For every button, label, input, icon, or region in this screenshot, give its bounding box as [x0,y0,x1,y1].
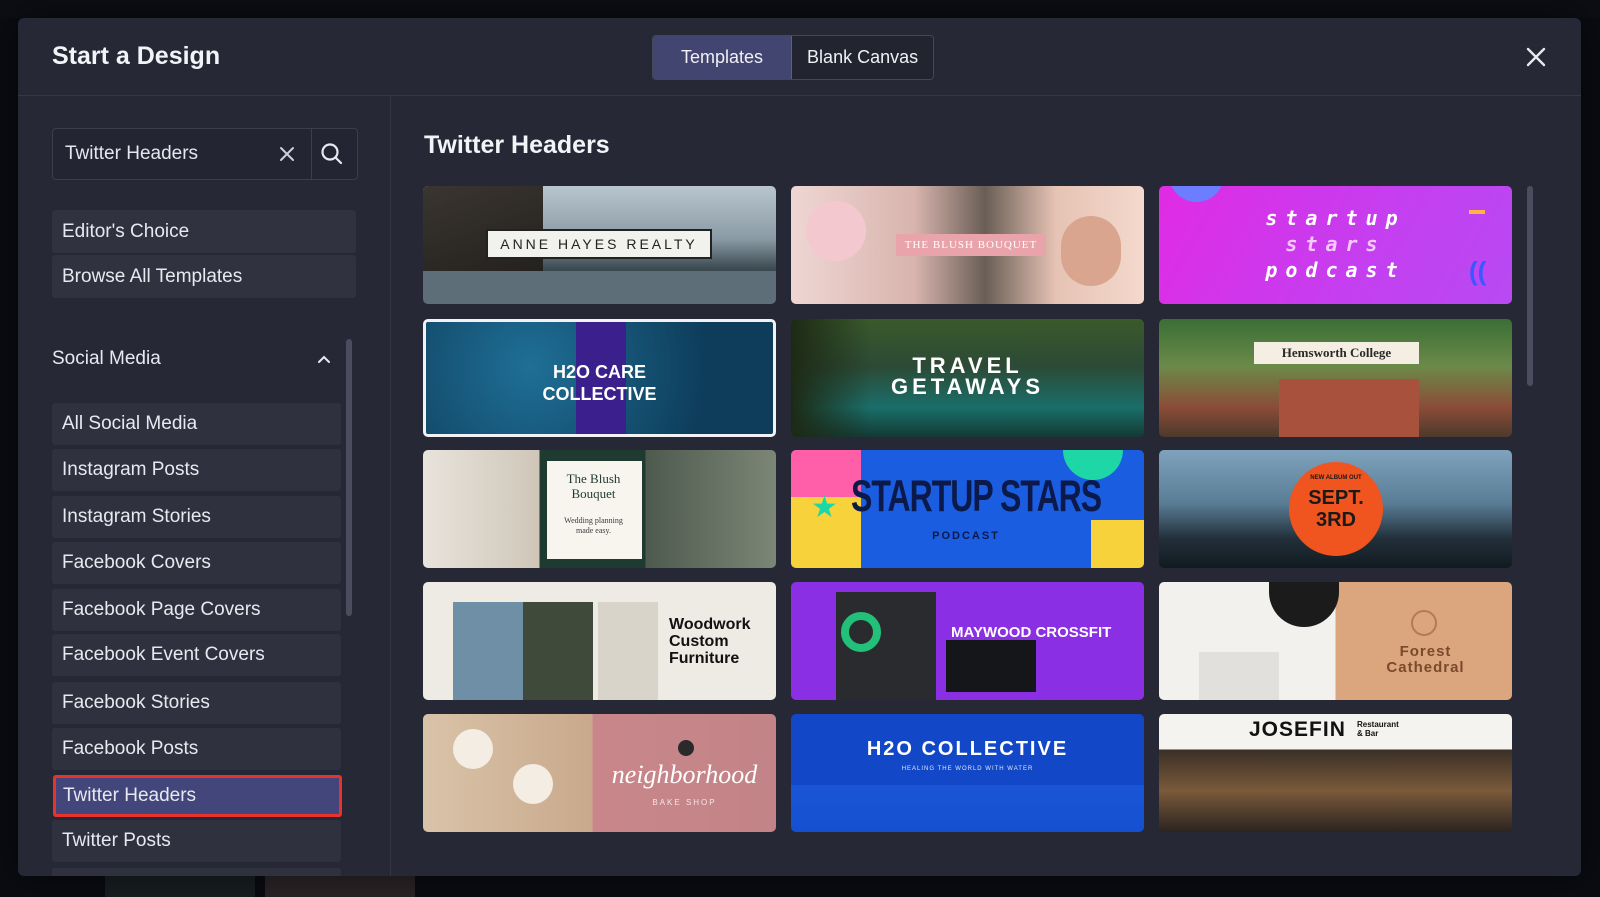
backdrop-thumbnail [265,875,415,897]
dialog-title: Start a Design [52,42,221,70]
card-text: H2O CARE [552,362,646,382]
card-text: COLLECTIVE [542,384,657,404]
template-card-josefin-restaurant[interactable]: JOSEFIN Restaurant & Bar [1159,714,1512,832]
card-text: The Blush [566,471,621,486]
template-card-travel-getaways[interactable]: TRAVEL GETAWAYS [791,319,1144,437]
editors-choice-button[interactable]: Editor's Choice [52,210,356,253]
clear-search-icon[interactable] [275,142,299,166]
card-text: STARTUP STARS [851,470,1102,521]
card-text: made easy. [575,526,612,535]
template-card-hemsworth-college[interactable]: Hemsworth College [1159,319,1512,437]
card-text: Restaurant [1357,720,1399,729]
mode-switch: Templates Blank Canvas [652,35,935,80]
card-text: NEW ALBUM OUT [1310,475,1362,481]
template-card-woodwork-custom-furniture[interactable]: Woodwork Custom Furniture [423,582,776,700]
sidebar-item-facebook-event-covers[interactable]: Facebook Event Covers [52,634,341,676]
star-icon: ★ [811,491,838,524]
template-card-new-album-sept-3rd[interactable]: NEW ALBUM OUT SEPT. 3RD [1159,450,1512,568]
start-design-dialog: Start a Design Templates Blank Canvas Ed… [18,18,1581,876]
backdrop [0,0,1600,18]
card-text: Wedding planning [564,516,623,525]
card-text: H2O COLLECTIVE [866,738,1069,760]
card-text: THE BLUSH BOUQUET [896,234,1046,256]
sidebar-item-facebook-page-covers[interactable]: Facebook Page Covers [52,589,341,631]
template-card-maywood-crossfit[interactable]: MAYWOOD CROSSFIT [791,582,1144,700]
card-text: ANNE HAYES REALTY [486,229,712,259]
template-card-startup-stars-podcast-blue[interactable]: ★ STARTUP STARS PODCAST [791,450,1144,568]
sidebar-item-twitter-posts[interactable]: Twitter Posts [52,820,341,862]
gallery-title: Twitter Headers [424,131,610,159]
search-input[interactable] [53,129,268,179]
card-text: Furniture [669,650,740,667]
card-text: Forest [1399,643,1452,660]
sidebar-item-twitter-headers[interactable]: Twitter Headers [53,775,342,817]
chevron-up-icon [316,351,332,367]
gallery-scrollbar[interactable] [1527,186,1533,386]
card-text: stars [1285,232,1386,256]
template-card-startup-stars-podcast-pink[interactable]: startup stars podcast (( [1159,186,1512,304]
template-card-blush-bouquet-wedding[interactable]: THE BLUSH BOUQUET [791,186,1144,304]
sidebar-item-instagram-stories[interactable]: Instagram Stories [52,496,341,538]
close-icon[interactable] [1521,42,1551,72]
card-text: HEALING THE WORLD WITH WATER [901,766,1034,772]
backdrop-thumbnail [105,875,255,897]
template-card-neighborhood-bake-shop[interactable]: neighborhood BAKE SHOP [423,714,776,832]
card-text: startup [1265,206,1406,230]
tab-templates[interactable]: Templates [653,36,793,79]
card-text: Woodwork [669,616,751,633]
card-text: & Bar [1357,729,1379,738]
sidebar-item-instagram-posts[interactable]: Instagram Posts [52,449,341,491]
template-card-anne-hayes-realty[interactable]: ANNE HAYES REALTY [423,186,776,304]
template-card-forest-cathedral[interactable]: Forest Cathedral [1159,582,1512,700]
search-divider [311,129,312,179]
template-card-blush-bouquet-planning[interactable]: The Blush Bouquet Wedding planning made … [423,450,776,568]
card-text: podcast [1265,258,1406,282]
card-text: Cathedral [1386,659,1465,676]
template-gallery: Twitter Headers ANNE HAYES REALTY THE BL… [391,96,1581,876]
sidebar-item-all-social-media[interactable]: All Social Media [52,403,341,445]
sidebar-item-facebook-posts[interactable]: Facebook Posts [52,728,341,770]
sidebar: Editor's Choice Browse All Templates Soc… [18,96,391,876]
card-text: SEPT. [1308,487,1364,509]
section-label: Social Media [52,348,161,369]
card-text: GETAWAYS [890,374,1045,399]
template-card-h2o-collective[interactable]: H2O COLLECTIVE HEALING THE WORLD WITH WA… [791,714,1144,832]
sidebar-scrollbar[interactable] [346,339,352,616]
sidebar-item-facebook-covers[interactable]: Facebook Covers [52,542,341,584]
search-icon[interactable] [319,141,345,167]
card-text: Custom [669,633,729,650]
card-text: PODCAST [932,530,1000,542]
decor-icon: (( [1469,256,1487,286]
dialog-header: Start a Design Templates Blank Canvas [18,18,1581,96]
search-box [52,128,358,180]
card-text: Hemsworth College [1254,342,1419,364]
tab-blank-canvas[interactable]: Blank Canvas [792,36,934,79]
card-text: BAKE SHOP [652,798,717,807]
template-card-h2o-care-collective[interactable]: H2O CARE COLLECTIVE [423,319,776,437]
card-text: neighborhood [611,760,758,789]
sidebar-item-partial[interactable] [52,868,341,876]
card-text: MAYWOOD CROSSFIT [951,624,1112,641]
card-text: 3RD [1315,509,1356,531]
browse-all-templates-button[interactable]: Browse All Templates [52,255,356,298]
card-text: JOSEFIN [1249,718,1346,741]
card-text: Bouquet [571,486,616,501]
social-media-section-header[interactable]: Social Media [52,344,332,374]
sidebar-item-facebook-stories[interactable]: Facebook Stories [52,682,341,724]
